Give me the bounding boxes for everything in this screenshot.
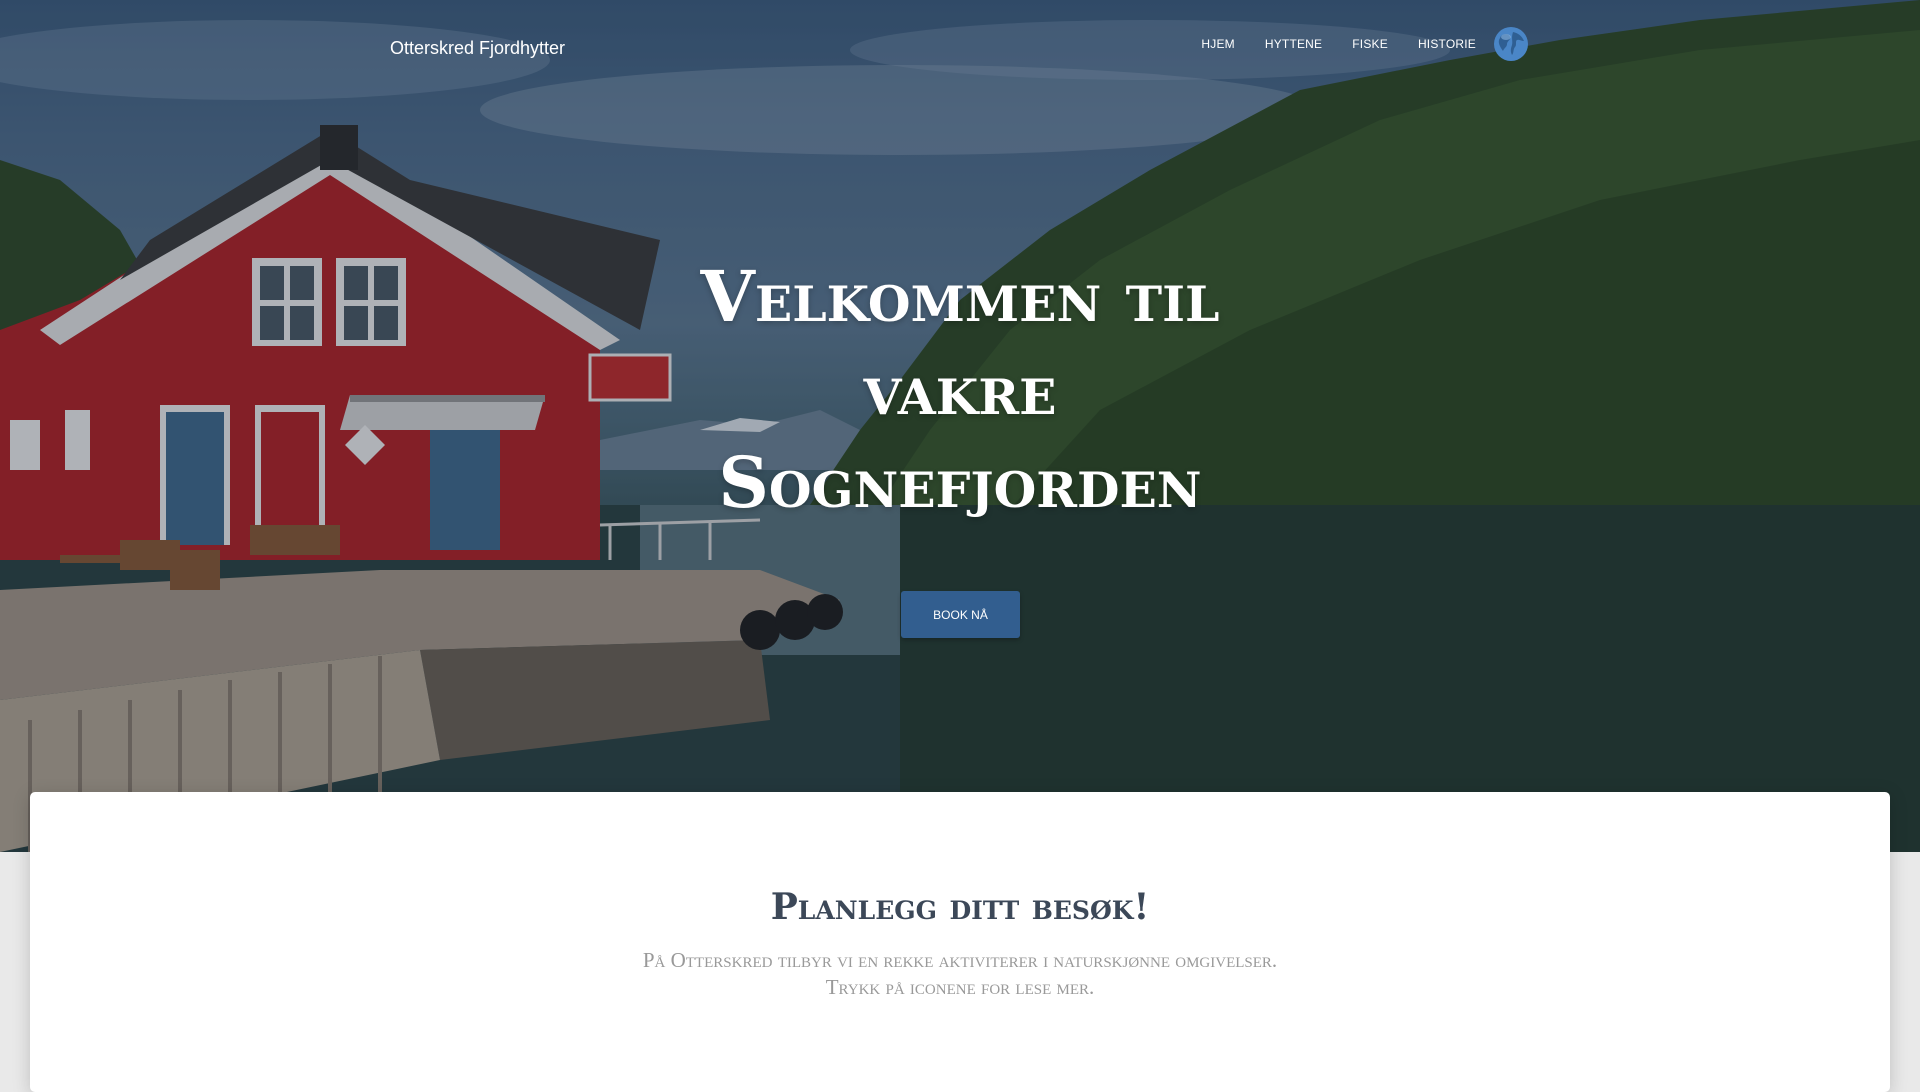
section-subtitle-line-2: Trykk på iconene for lese mer. <box>825 975 1095 999</box>
section-title: Planlegg ditt besøk! <box>770 886 1150 928</box>
hero-title-line-3: Sognefjorden <box>718 441 1202 524</box>
globe-icon[interactable] <box>1493 26 1529 62</box>
nav-item-fiske[interactable]: FISKE <box>1352 37 1388 51</box>
navbar: Otterskred Fjordhytter HJEM HYTTENE FISK… <box>0 0 1920 100</box>
hero-title-line-1: Velkommen til <box>700 255 1220 338</box>
hero-section: Otterskred Fjordhytter HJEM HYTTENE FISK… <box>0 0 1920 852</box>
section-subtitle: På Otterskred tilbyr vi en rekke aktivit… <box>30 947 1890 1001</box>
nav-menu: HJEM HYTTENE FISKE HISTORIE <box>1171 24 1529 64</box>
site-brand-link[interactable]: Otterskred Fjordhytter <box>390 38 565 59</box>
section-subtitle-line-1: På Otterskred tilbyr vi en rekke aktivit… <box>642 948 1278 972</box>
book-now-button[interactable]: BOOK NÅ <box>901 591 1020 638</box>
main-content-card: Planlegg ditt besøk! På Otterskred tilby… <box>30 792 1890 1092</box>
hero-title-line-2: vakre <box>863 348 1057 431</box>
nav-item-hjem[interactable]: HJEM <box>1201 37 1234 51</box>
hero-title: Velkommen til vakre Sognefjorden <box>560 250 1360 529</box>
nav-item-hyttene[interactable]: HYTTENE <box>1265 37 1322 51</box>
nav-item-historie[interactable]: HISTORIE <box>1418 37 1476 51</box>
